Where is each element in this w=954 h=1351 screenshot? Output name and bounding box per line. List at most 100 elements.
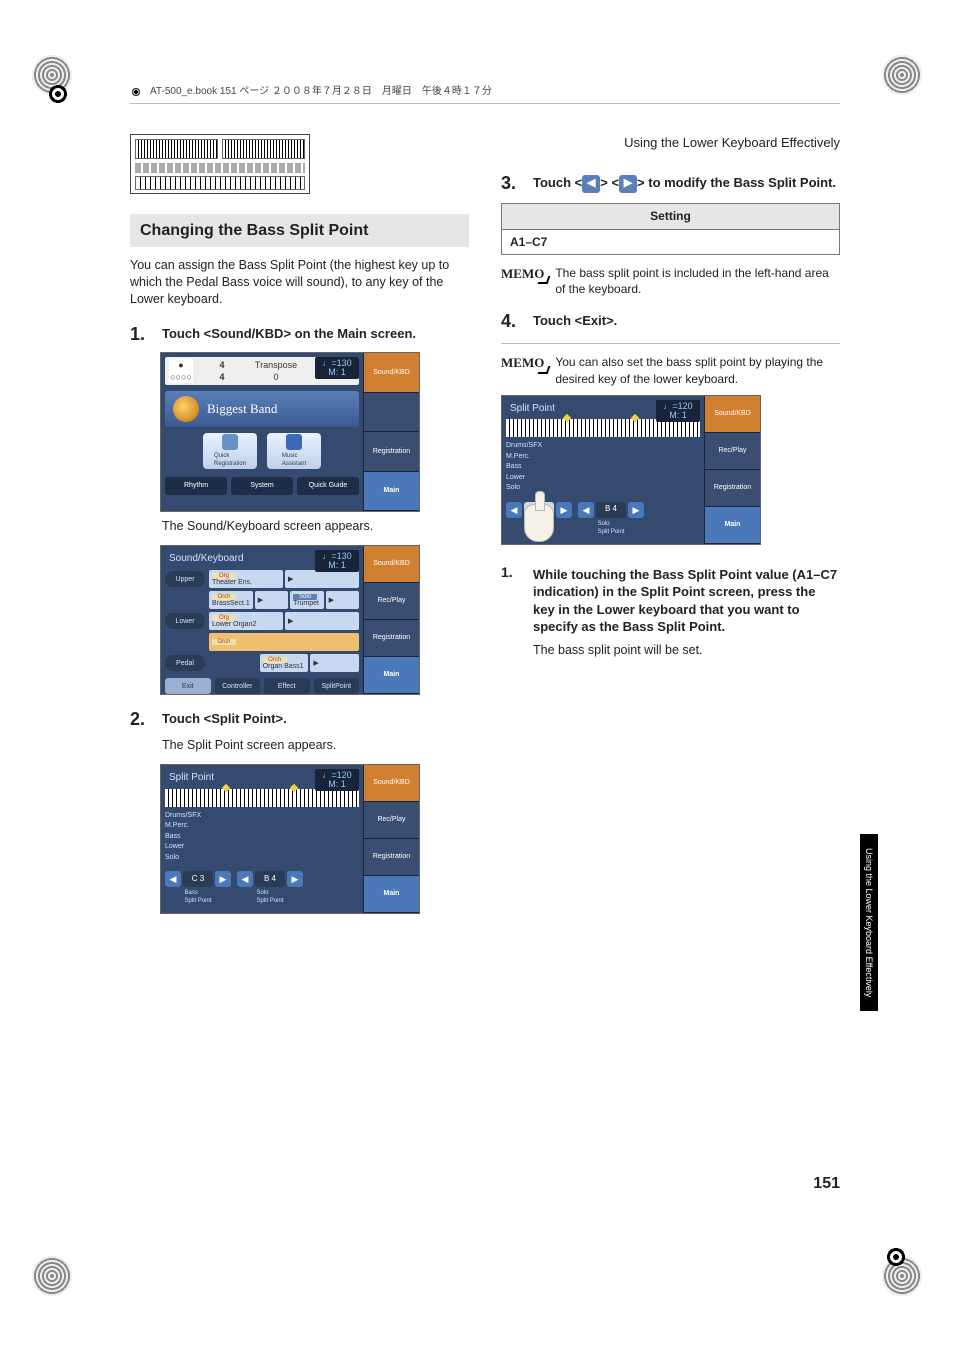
btn-exit[interactable]: Exit [506,544,546,545]
part-lower[interactable]: Lower [165,613,205,629]
col-left: Changing the Bass Split Point You can as… [130,134,469,1094]
section-heading: Changing the Bass Split Point [130,214,469,248]
step-3: 3. Touch <◀> <▶> to modify the Bass Spli… [501,171,840,195]
step-text: Touch <Exit>. [533,309,617,333]
solo-inc-icon[interactable]: ▶ [628,502,644,518]
step-num: 1. [130,322,152,346]
solo-split-label: SoloSplit Point [597,520,624,536]
side-recplay[interactable]: Rec/Play [364,802,419,839]
step2-sub: The Split Point screen appears. [162,737,469,754]
song-name: Biggest Band [207,400,277,418]
side-main[interactable]: Main [364,472,419,512]
side-registration[interactable]: Registration [705,470,760,507]
side-tab: Using the Lower Keyboard Effectively [860,834,878,1011]
memo-text: You can also set the bass split point by… [555,354,840,386]
slot-upper-orch[interactable]: OrchBrassSect.1 [209,591,253,609]
lcd-sound-keyboard: Sound/Keyboard Upper OrgTheater Ens. ▶ O… [160,545,420,695]
side-sound-kbd[interactable]: Sound/KBD [364,353,419,393]
bass-inc-icon[interactable]: ▶ [556,502,572,518]
reg-mark-tl [44,80,72,108]
step-text: Touch <◀> <▶> to modify the Bass Split P… [533,171,836,195]
side-sound-kbd[interactable]: Sound/KBD [364,765,419,802]
right-arrow-icon: ▶ [619,175,637,193]
step-num: 2. [130,707,152,731]
sub-step-text: While touching the Bass Split Point valu… [533,563,840,636]
setting-header: Setting [502,204,840,229]
side-registration[interactable]: Registration [364,839,419,876]
btn-rhythm[interactable]: Rhythm [165,477,227,495]
lcd-main-screen: ●○○○○ 44 Transpose0 C Biggest Band Quick… [160,352,420,512]
side-main[interactable]: Main [705,507,760,544]
col-right: Using the Lower Keyboard Effectively 3. … [501,134,840,1094]
soft-music-assist[interactable]: MusicAssistant [267,433,321,469]
bass-split-value[interactable]: C 3 [183,871,213,887]
kbd-miniature [165,789,359,807]
slot-pedal-orch[interactable]: OrchOrgan Bass1 [260,654,309,672]
lcd-song-banner[interactable]: Biggest Band [165,391,359,427]
step-text: Touch <Split Point>. [162,707,287,731]
bass-dec-icon[interactable]: ◀ [165,871,181,887]
side-sound-kbd[interactable]: Sound/KBD [364,546,419,583]
step-num: 4. [501,309,523,333]
tempo-box: ♩=120 M: 1 [315,769,359,791]
sub-step-after: The bass split point will be set. [533,642,840,659]
slot-upper-org[interactable]: OrgTheater Ens. [209,570,283,588]
bass-inc-icon[interactable]: ▶ [215,871,231,887]
solo-dec-icon[interactable]: ◀ [237,871,253,887]
sub-step-num: 1. [501,563,523,636]
tempo-box: ♩=130 M: 1 [315,357,359,379]
btn-controller[interactable]: Controller [215,678,261,694]
header-text: AT-500_e.book 151 ページ ２００８年７月２８日 月曜日 午後４… [150,85,492,99]
reg-mark-br [882,1243,910,1271]
keyboard-diagram [130,134,310,194]
split-row-labels: Drums/SFX M.Perc. Bass Lower Solo [165,811,359,864]
page-section-title: Using the Lower Keyboard Effectively [501,134,840,152]
btn-effect[interactable]: Effect [264,678,310,694]
btn-splitpoint[interactable]: SplitPoint [314,678,360,694]
bass-dec-icon[interactable]: ◀ [506,502,522,518]
solo-dec-icon[interactable]: ◀ [578,502,594,518]
solo-split-value[interactable]: B 4 [255,871,285,887]
side-blank[interactable] [364,393,419,433]
part-pedal[interactable]: Pedal [165,655,205,671]
step-4: 4. Touch <Exit>. [501,309,840,333]
reg-ring-tr [882,55,922,95]
side-sound-kbd[interactable]: Sound/KBD [705,396,760,433]
btn-quickguide[interactable]: Quick Guide [297,477,359,495]
slot-lower-orch[interactable]: Orch [209,633,359,651]
nav-right-icon[interactable]: ▶ [285,570,359,588]
reg-mark-sm [130,86,142,98]
tempo-box: ♩=120 M: 1 [656,400,700,422]
lcd-split-1: Split Point Drums/SFX M.Perc. Bass Lower… [160,764,420,914]
bass-split-label: BassSplit Point [184,889,211,905]
btn-exit[interactable]: Exit [165,913,205,914]
step1-sub: The Sound/Keyboard screen appears. [162,518,469,535]
part-upper[interactable]: Upper [165,571,205,587]
setting-value: A1–C7 [502,229,840,254]
side-registration[interactable]: Registration [364,432,419,472]
side-recplay[interactable]: Rec/Play [364,583,419,620]
slot-upper-solo[interactable]: SoloTrumpet [290,591,323,609]
left-arrow-icon: ◀ [582,175,600,193]
side-recplay[interactable]: Rec/Play [705,433,760,470]
side-main[interactable]: Main [364,876,419,913]
side-registration[interactable]: Registration [364,620,419,657]
nav-right-icon[interactable]: ▶ [326,591,359,609]
solo-inc-icon[interactable]: ▶ [287,871,303,887]
nav-right-icon[interactable]: ▶ [255,591,288,609]
slot-lower-org[interactable]: OrgLower Organ2 [209,612,283,630]
nav-right-icon[interactable]: ▶ [285,612,359,630]
tempo-box: ♩=130 M: 1 [315,550,359,572]
disc-icon [173,396,199,422]
step-1: 1. Touch <Sound/KBD> on the Main screen. [130,322,469,346]
nav-right-icon[interactable]: ▶ [310,654,359,672]
kbd-miniature [506,419,700,437]
btn-system[interactable]: System [231,477,293,495]
memo-icon: MEMO [501,354,547,372]
btn-exit[interactable]: Exit [165,678,211,694]
soft-quick-reg[interactable]: QuickRegistration [203,433,257,469]
solo-split-value[interactable]: B 4 [596,502,626,518]
side-main[interactable]: Main [364,657,419,694]
page-content: AT-500_e.book 151 ページ ２００８年７月２８日 月曜日 午後４… [130,85,840,1195]
hand-pointer-icon [524,504,554,542]
